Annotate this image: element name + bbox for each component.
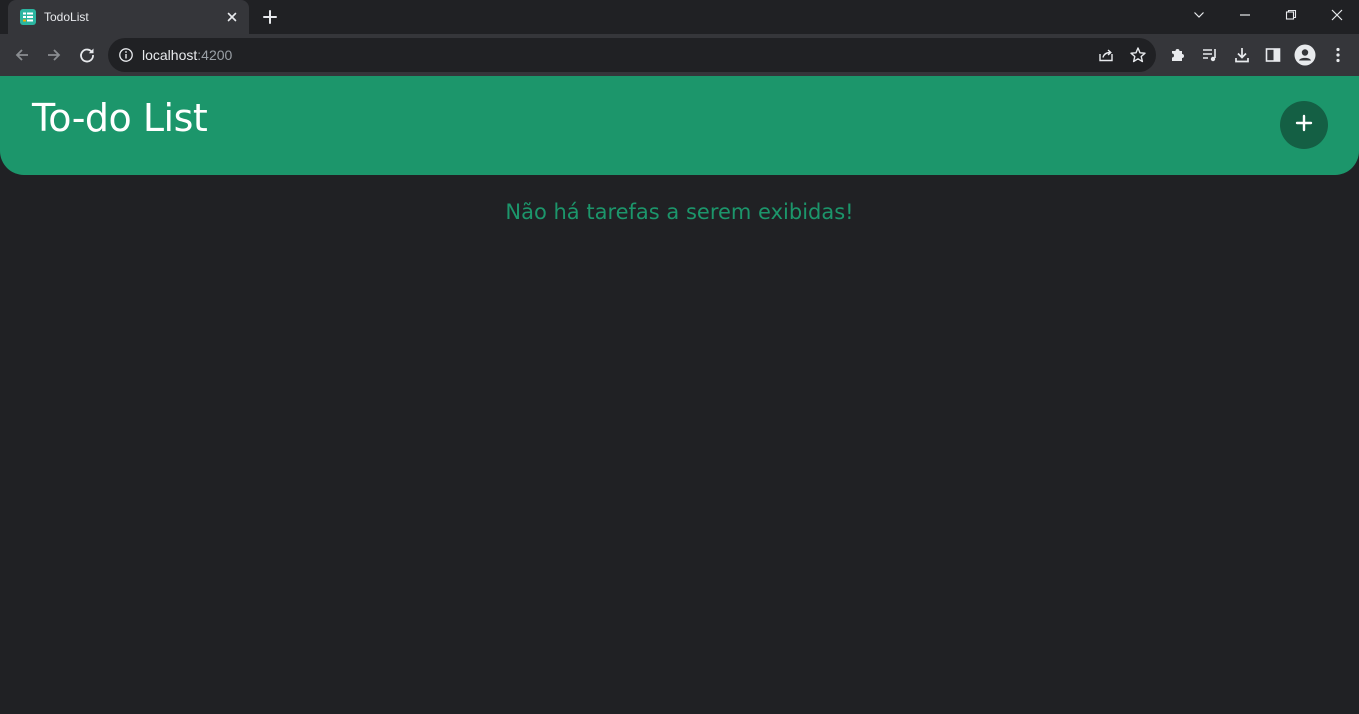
info-icon[interactable] [118, 47, 134, 63]
url-text: localhost:4200 [142, 47, 232, 63]
side-panel-icon[interactable] [1262, 44, 1284, 66]
url-host: localhost [142, 47, 198, 63]
star-icon[interactable] [1129, 46, 1147, 64]
kebab-menu-icon[interactable] [1327, 44, 1349, 66]
tab-title: TodoList [44, 10, 89, 24]
window-close-icon[interactable] [1314, 0, 1359, 30]
address-bar[interactable]: localhost:4200 [108, 38, 1156, 72]
close-icon[interactable] [224, 9, 240, 25]
download-icon[interactable] [1231, 44, 1253, 66]
app-header: To-do List [0, 76, 1359, 175]
add-task-button[interactable] [1280, 101, 1328, 149]
todolist-favicon-icon [20, 9, 36, 25]
browser-tab[interactable]: TodoList [8, 0, 249, 34]
reload-icon[interactable] [76, 44, 98, 66]
restore-icon[interactable] [1268, 0, 1314, 30]
plus-icon [1294, 113, 1314, 138]
share-icon[interactable] [1097, 46, 1115, 64]
chevron-down-icon[interactable] [1176, 0, 1222, 30]
page-title: To-do List [32, 96, 208, 140]
browser-toolbar: localhost:4200 [0, 34, 1359, 76]
url-port: :4200 [197, 47, 233, 63]
arrow-right-icon[interactable] [43, 44, 65, 66]
puzzle-icon[interactable] [1167, 44, 1189, 66]
arrow-left-icon[interactable] [11, 44, 33, 66]
minimize-icon[interactable] [1222, 0, 1268, 30]
empty-state-message: Não há tarefas a serem exibidas! [505, 200, 854, 224]
plus-icon[interactable] [260, 7, 280, 27]
browser-tabstrip: TodoList [0, 0, 1359, 34]
profile-icon[interactable] [1294, 44, 1316, 66]
media-queue-icon[interactable] [1199, 44, 1221, 66]
